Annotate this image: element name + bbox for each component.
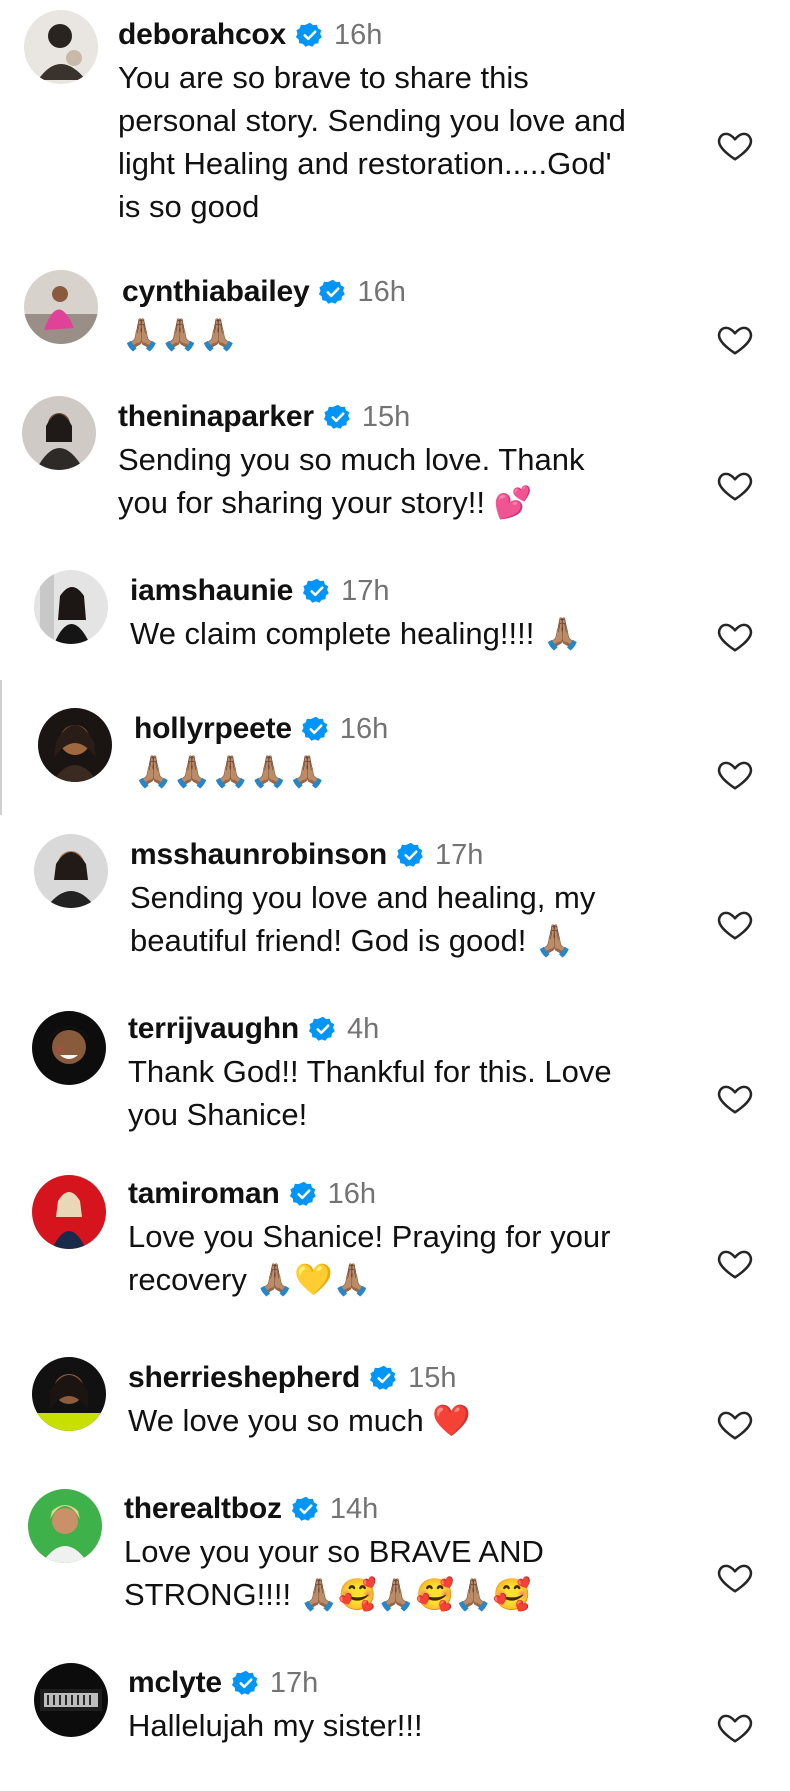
verified-badge-icon: [308, 1016, 335, 1041]
like-heart-icon[interactable]: [715, 1244, 755, 1282]
avatar[interactable]: [22, 396, 96, 470]
avatar[interactable]: [34, 1663, 108, 1737]
like-heart-icon[interactable]: [715, 755, 755, 793]
comment-content: hollyrpeete 16h 🙏🏽🙏🏽🙏🏽🙏🏽🙏🏽: [134, 710, 388, 793]
comment-content: msshaunrobinson 17h Sending you love and…: [130, 836, 595, 962]
comment-text: We claim complete healing!!!! 🙏🏽: [130, 616, 582, 651]
comment-text: Love you Shanice! Praying for your recov…: [128, 1219, 611, 1297]
like-heart-icon[interactable]: [715, 1079, 755, 1117]
username[interactable]: theninaparker: [118, 400, 314, 434]
username[interactable]: hollyrpeete: [134, 712, 292, 746]
like-heart-icon[interactable]: [715, 1405, 755, 1443]
comment-time: 17h: [435, 838, 484, 871]
verified-badge-icon: [289, 1181, 316, 1206]
comment-text: You are so brave to share this personal …: [118, 60, 626, 224]
username[interactable]: msshaunrobinson: [130, 838, 387, 872]
comment-content: cynthiabailey 16h 🙏🏽🙏🏽🙏🏽: [122, 273, 406, 356]
comment-content: therealtboz 14h Love you your so BRAVE A…: [124, 1490, 544, 1616]
like-heart-icon[interactable]: [715, 126, 755, 164]
like-heart-icon[interactable]: [715, 466, 755, 504]
avatar[interactable]: [38, 708, 112, 782]
comment-text: Sending you love and healing, my beautif…: [130, 880, 596, 958]
verified-badge-icon: [397, 842, 423, 867]
comment-content: tamiroman 16h Love you Shanice! Praying …: [128, 1175, 611, 1301]
comment-text: Sending you so much love. Thank you for …: [118, 442, 585, 520]
comment-time: 15h: [408, 1361, 457, 1394]
verified-badge-icon: [303, 578, 329, 603]
comment-time: 16h: [339, 712, 389, 745]
comment-time: 17h: [269, 1666, 319, 1699]
avatar[interactable]: [24, 10, 98, 84]
username[interactable]: therealtboz: [124, 1492, 282, 1526]
verified-badge-icon: [323, 404, 350, 429]
comment-time: 16h: [357, 275, 406, 308]
avatar[interactable]: [24, 270, 98, 344]
scroll-edge-indicator: [0, 680, 2, 815]
comment-time: 17h: [341, 574, 390, 607]
verified-badge-icon: [231, 1670, 258, 1695]
comment-text: 🙏🏽🙏🏽🙏🏽🙏🏽🙏🏽: [134, 754, 327, 789]
like-heart-icon[interactable]: [715, 617, 755, 655]
verified-badge-icon: [370, 1365, 396, 1390]
verified-badge-icon: [296, 22, 322, 47]
avatar[interactable]: [32, 1175, 106, 1249]
username[interactable]: tamiroman: [128, 1177, 280, 1211]
comment-time: 16h: [327, 1177, 376, 1210]
comment-content: terrijvaughn 4h Thank God!! Thankful for…: [128, 1010, 612, 1136]
comment-content: sherrieshepherd 15h We love you so much …: [128, 1359, 471, 1442]
avatar[interactable]: [32, 1357, 106, 1431]
like-heart-icon[interactable]: [715, 1558, 755, 1596]
username[interactable]: cynthiabailey: [122, 275, 310, 309]
avatar[interactable]: [28, 1489, 102, 1563]
comment-content: iamshaunie 17h We claim complete healing…: [130, 572, 582, 655]
comment-time: 15h: [361, 400, 411, 433]
username[interactable]: deborahcox: [118, 18, 286, 52]
username[interactable]: iamshaunie: [130, 574, 293, 608]
comment-text: 🙏🏽🙏🏽🙏🏽: [122, 317, 238, 352]
comment-time: 4h: [346, 1012, 380, 1045]
comment-time: 14h: [329, 1492, 379, 1525]
avatar[interactable]: [34, 570, 108, 644]
comment-content: deborahcox 16h You are so brave to share…: [118, 16, 626, 228]
username[interactable]: terrijvaughn: [128, 1012, 299, 1046]
like-heart-icon[interactable]: [715, 320, 755, 358]
username[interactable]: sherrieshepherd: [128, 1361, 360, 1395]
like-heart-icon[interactable]: [715, 905, 755, 943]
avatar[interactable]: [32, 1011, 106, 1085]
comment-text: Thank God!! Thankful for this. Love you …: [128, 1054, 612, 1132]
like-heart-icon[interactable]: [715, 1708, 755, 1746]
verified-badge-icon: [319, 279, 346, 304]
verified-badge-icon: [301, 716, 328, 741]
comment-text: We love you so much ❤️: [128, 1403, 471, 1438]
avatar[interactable]: [34, 834, 108, 908]
comment-text: Hallelujah my sister!!!: [128, 1708, 423, 1743]
comment-content: mclyte 17h Hallelujah my sister!!!: [128, 1664, 423, 1747]
verified-badge-icon: [291, 1496, 318, 1521]
username[interactable]: mclyte: [128, 1666, 222, 1700]
comment-content: theninaparker 15h Sending you so much lo…: [118, 398, 584, 524]
comment-text: Love you your so BRAVE AND STRONG!!!! 🙏🏽…: [124, 1534, 544, 1612]
comment-time: 16h: [334, 18, 383, 51]
